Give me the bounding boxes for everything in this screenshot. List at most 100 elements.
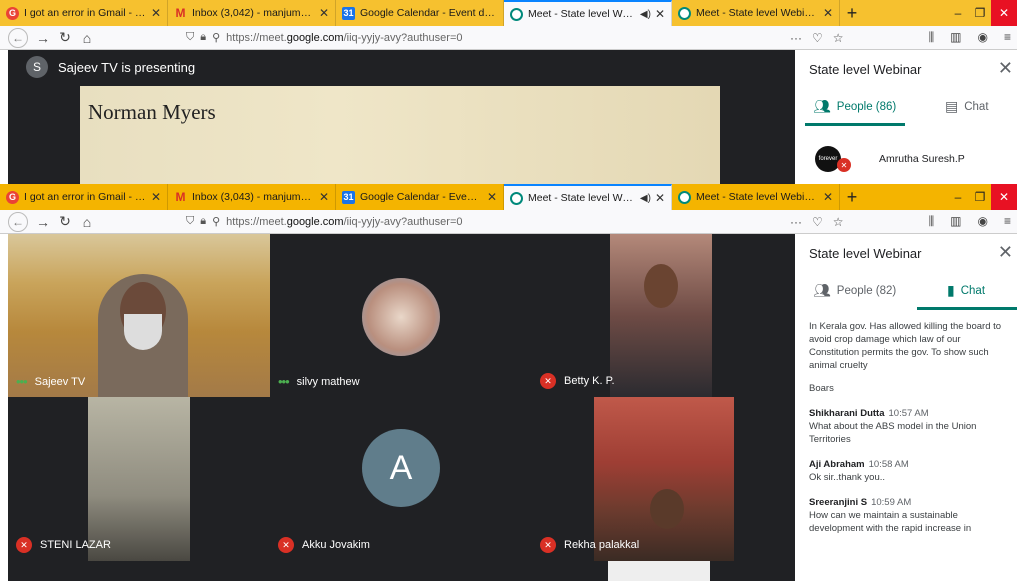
close-tab-icon[interactable]: ✕	[823, 6, 833, 20]
tab-calendar[interactable]: 31Google Calendar - Event details✕	[336, 184, 504, 210]
participant-name: Amrutha Suresh.P	[879, 153, 965, 165]
tab-meet[interactable]: Meet - State level Webinar ✕	[672, 184, 840, 210]
message-sender: Shikharani Dutta	[809, 408, 885, 419]
chat-icon: ▤	[945, 98, 959, 114]
mic-off-icon: ✕	[278, 537, 294, 553]
mic-off-icon: ✕	[540, 373, 556, 389]
minimize-icon[interactable]: –	[947, 184, 969, 210]
participant-tile[interactable]: ••• silvy mathew	[270, 234, 532, 397]
home-icon[interactable]: ⌂	[76, 214, 98, 230]
restore-icon[interactable]: ❐	[969, 184, 991, 210]
video-feed	[610, 234, 712, 397]
tab-gmail-error[interactable]: GI got an error in Gmail - Gmail✕	[0, 184, 168, 210]
avatar: A	[362, 429, 440, 507]
new-tab-button[interactable]: +	[840, 184, 864, 210]
participant-tile[interactable]: ••• Sajeev TV	[8, 234, 270, 397]
bookmark-star-icon[interactable]: ☆	[833, 31, 844, 45]
chat-message: Boars	[809, 382, 1009, 395]
close-tab-icon[interactable]: ✕	[319, 6, 329, 20]
page-actions-icon[interactable]: ···	[790, 31, 802, 45]
browser-window-front: GI got an error in Gmail - Gmail✕ MInbox…	[0, 184, 1017, 581]
back-icon[interactable]: ←	[8, 211, 28, 232]
minimize-icon[interactable]: –	[947, 0, 969, 26]
forward-icon[interactable]: →	[32, 214, 54, 230]
speaking-indicator-icon: •••	[16, 374, 28, 389]
panel-title: State level Webinar	[809, 246, 922, 261]
tab-chat[interactable]: ▤ Chat	[945, 98, 989, 115]
back-icon[interactable]: ←	[8, 27, 28, 48]
pocket-icon[interactable]: ♡	[812, 215, 823, 229]
permissions-icon[interactable]: ⚲	[212, 215, 220, 228]
restore-icon[interactable]: ❐	[969, 0, 991, 26]
tab-chat[interactable]: ▮ Chat	[947, 282, 985, 299]
tab-people[interactable]: 👥︎ People (86)	[813, 98, 896, 115]
shield-icon[interactable]: ⛉	[186, 31, 194, 44]
close-tab-icon[interactable]: ✕	[655, 191, 665, 205]
close-tab-icon[interactable]: ✕	[823, 190, 833, 204]
video-grid: ••• Sajeev TV ••• silvy mathew ✕ Betty K. P…	[8, 234, 795, 581]
account-icon[interactable]: ◉	[978, 214, 988, 229]
side-panel: State level Webinar ✕ 👥︎ People (82) ▮ Cha…	[795, 234, 1017, 581]
close-panel-icon[interactable]: ✕	[998, 242, 1013, 263]
meet-icon	[678, 190, 691, 204]
sidebar-icon[interactable]: ▥	[950, 214, 961, 229]
mic-off-icon: ✕	[16, 537, 32, 553]
new-tab-button[interactable]: +	[840, 0, 864, 26]
tab-meet-active[interactable]: Meet - State level Webinar◀)✕	[504, 0, 672, 26]
forward-icon[interactable]: →	[32, 30, 54, 46]
sidebar-icon[interactable]: ▥	[950, 30, 961, 45]
gmail-icon: M	[175, 6, 186, 20]
calendar-icon: 31	[342, 6, 355, 20]
menu-icon[interactable]: ≡	[1004, 214, 1011, 229]
speaker-icon[interactable]: ◀)	[640, 9, 651, 20]
close-tab-icon[interactable]: ✕	[151, 6, 161, 20]
tab-people[interactable]: 👥︎ People (82)	[813, 282, 896, 299]
tab-meet[interactable]: Meet - State level Webinar ✕	[672, 0, 840, 26]
close-tab-icon[interactable]: ✕	[487, 190, 497, 204]
home-icon[interactable]: ⌂	[76, 30, 98, 46]
tab-inbox[interactable]: MInbox (3,043) - manjumadhava✕	[168, 184, 336, 210]
pocket-icon[interactable]: ♡	[812, 31, 823, 45]
window-controls: – ❐ ✕	[947, 184, 1017, 210]
message-sender: Sreeranjini S	[809, 497, 868, 508]
permissions-icon[interactable]: ⚲	[212, 31, 220, 44]
lock-icon[interactable]: 🔒︎	[200, 31, 206, 44]
close-tab-icon[interactable]: ✕	[151, 190, 161, 204]
participant-tile[interactable]: A ✕ Akku Jovakim	[270, 397, 532, 561]
meet-icon	[678, 6, 691, 20]
nav-bar: ← → ↻ ⌂ ⛉ 🔒︎ ⚲ https://meet. google.com/i…	[0, 26, 1017, 50]
library-icon[interactable]: ⫼	[929, 30, 935, 45]
participant-row[interactable]: forever ✕ Amrutha Suresh.P	[815, 146, 965, 172]
shield-icon[interactable]: ⛉	[186, 215, 194, 228]
google-g-icon: G	[6, 6, 19, 20]
tab-calendar[interactable]: 31 Google Calendar - Event details	[336, 0, 504, 26]
reload-icon[interactable]: ↻	[54, 29, 76, 46]
close-tab-icon[interactable]: ✕	[319, 190, 329, 204]
tab-inbox[interactable]: MInbox (3,042) - manjumadhava✕	[168, 0, 336, 26]
chat-message: In Kerala gov. Has allowed killing the b…	[809, 320, 1009, 372]
message-time: 10:59 AM	[871, 497, 912, 508]
mic-off-icon: ✕	[540, 537, 556, 553]
speaker-icon[interactable]: ◀)	[640, 193, 651, 204]
message-text: Ok sir..thank you..	[809, 472, 886, 483]
page-actions-icon[interactable]: ···	[790, 215, 802, 229]
tab-gmail-error[interactable]: GI got an error in Gmail - Gmail✕	[0, 0, 168, 26]
lock-icon[interactable]: 🔒︎	[200, 215, 206, 228]
bookmark-star-icon[interactable]: ☆	[833, 215, 844, 229]
tab-meet-active[interactable]: Meet - State level Webinar◀)✕	[504, 184, 672, 210]
close-window-icon[interactable]: ✕	[991, 184, 1017, 210]
close-tab-icon[interactable]: ✕	[655, 7, 665, 21]
participant-tile[interactable]: ✕ Betty K. P.	[532, 234, 795, 397]
meet-icon	[510, 191, 523, 205]
participant-tile[interactable]: ✕ STENI LAZAR	[8, 397, 270, 561]
url-bar[interactable]: ⛉ 🔒︎ ⚲ https://meet. google.com/iiq-yyjy-…	[186, 28, 846, 48]
account-icon[interactable]: ◉	[978, 30, 988, 45]
url-bar[interactable]: ⛉ 🔒︎ ⚲ https://meet. google.com/iiq-yyjy-…	[186, 212, 846, 232]
menu-icon[interactable]: ≡	[1004, 30, 1011, 45]
library-icon[interactable]: ⫼	[929, 214, 935, 229]
close-panel-icon[interactable]: ✕	[998, 58, 1013, 79]
participant-name: silvy mathew	[296, 375, 360, 388]
reload-icon[interactable]: ↻	[54, 213, 76, 230]
close-window-icon[interactable]: ✕	[991, 0, 1017, 26]
participant-tile[interactable]: ✕ Rekha palakkal	[532, 397, 795, 561]
